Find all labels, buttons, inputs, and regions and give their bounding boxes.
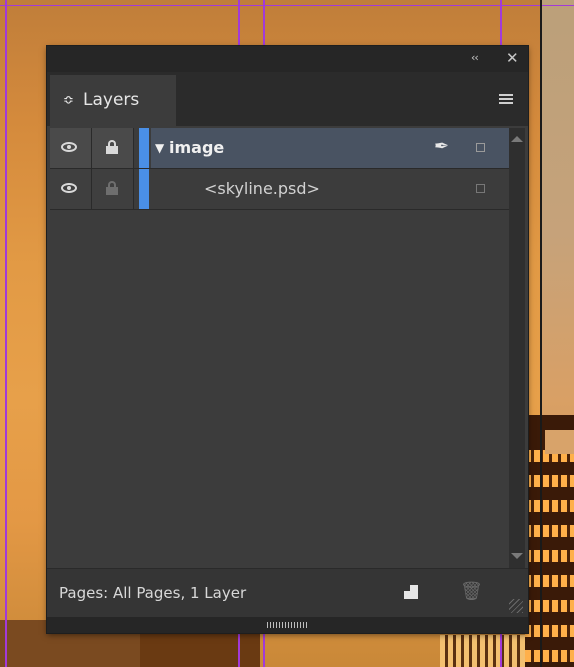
layers-panel: ‹‹ ✕ ≎ Layers ▼ image ✒ <skyline.psd> Pa… (47, 46, 528, 633)
layer-name: image (169, 138, 225, 157)
panel-titlebar[interactable]: ‹‹ ✕ (47, 46, 528, 72)
page-edge (540, 0, 542, 667)
vertical-scrollbar[interactable] (509, 128, 525, 568)
lock-icon (106, 181, 118, 195)
visibility-toggle[interactable] (50, 128, 92, 168)
panel-menu-icon[interactable] (499, 94, 513, 104)
top-margin-guide (0, 5, 574, 6)
object-name: <skyline.psd> (204, 179, 320, 198)
lock-toggle[interactable] (92, 169, 134, 209)
status-text: Pages: All Pages, 1 Layer (59, 584, 247, 602)
selection-square[interactable] (476, 143, 485, 152)
eye-icon (61, 183, 77, 193)
close-icon[interactable]: ✕ (506, 49, 519, 67)
skyline-building (140, 630, 260, 667)
tab-layers[interactable]: ≎ Layers (50, 75, 176, 126)
scroll-down-icon[interactable] (511, 553, 523, 559)
layer-name-cell[interactable]: <skyline.psd> (151, 169, 509, 209)
layer-color-swatch (139, 128, 149, 168)
drag-grip-icon[interactable] (267, 622, 307, 628)
layers-list: ▼ image ✒ <skyline.psd> (50, 128, 509, 568)
layer-row[interactable]: <skyline.psd> (50, 169, 509, 210)
visibility-toggle[interactable] (50, 169, 92, 209)
new-layer-icon[interactable] (404, 585, 418, 599)
tab-label: Layers (83, 90, 140, 110)
collapse-icon[interactable]: ‹‹ (471, 49, 479, 67)
lock-toggle[interactable] (92, 128, 134, 168)
margin-guide (5, 0, 7, 667)
target-layer-pen-icon[interactable]: ✒ (434, 137, 454, 157)
disclosure-triangle-icon[interactable]: ▼ (155, 141, 164, 155)
skyline-building-lit (440, 635, 530, 667)
panel-footer: Pages: All Pages, 1 Layer 🗑 (47, 568, 528, 617)
skyscraper-top (545, 430, 574, 454)
selection-square[interactable] (476, 184, 485, 193)
tab-arrows-icon[interactable]: ≎ (63, 75, 74, 126)
trash-icon[interactable]: 🗑 (460, 583, 483, 601)
lock-icon (106, 140, 118, 154)
layer-color-swatch (139, 169, 149, 209)
panel-tabbar: ≎ Layers (47, 72, 528, 126)
eye-icon (61, 142, 77, 152)
layer-name-cell[interactable]: ▼ image ✒ (151, 128, 509, 168)
scroll-up-icon[interactable] (511, 136, 523, 142)
resize-grip-icon[interactable] (509, 599, 523, 613)
layer-row[interactable]: ▼ image ✒ (50, 128, 509, 169)
panel-bottom-bar[interactable] (47, 617, 528, 633)
